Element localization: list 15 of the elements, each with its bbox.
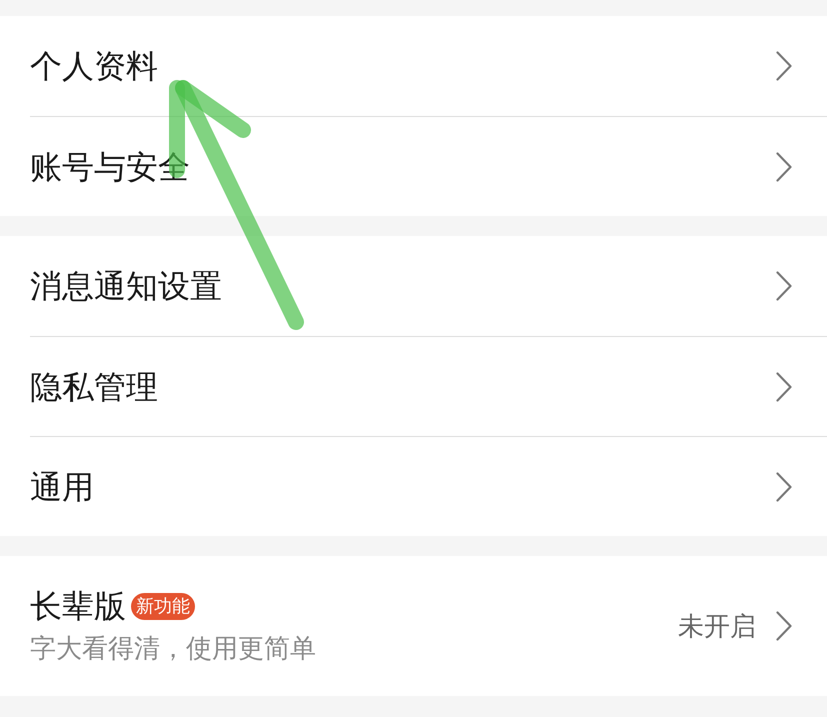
- settings-item[interactable]: 通用: [0, 436, 827, 536]
- chevron-right-icon: [776, 271, 792, 301]
- chevron-right-icon: [776, 51, 792, 81]
- settings-item[interactable]: 消息通知设置: [0, 236, 827, 336]
- chevron-right-icon: [776, 611, 792, 641]
- elder-mode-item[interactable]: 长辈版 新功能 字大看得清，使用更简单 未开启: [0, 556, 827, 696]
- status-value: 未开启: [678, 610, 756, 643]
- item-description: 字大看得清，使用更简单: [30, 632, 316, 665]
- item-title: 长辈版: [30, 587, 126, 626]
- settings-item[interactable]: 隐私管理: [0, 336, 827, 436]
- new-feature-badge: 新功能: [131, 592, 195, 620]
- settings-item[interactable]: 个人资料: [0, 16, 827, 116]
- chevron-right-icon: [776, 152, 792, 182]
- chevron-right-icon: [776, 372, 792, 402]
- chevron-right-icon: [776, 472, 792, 502]
